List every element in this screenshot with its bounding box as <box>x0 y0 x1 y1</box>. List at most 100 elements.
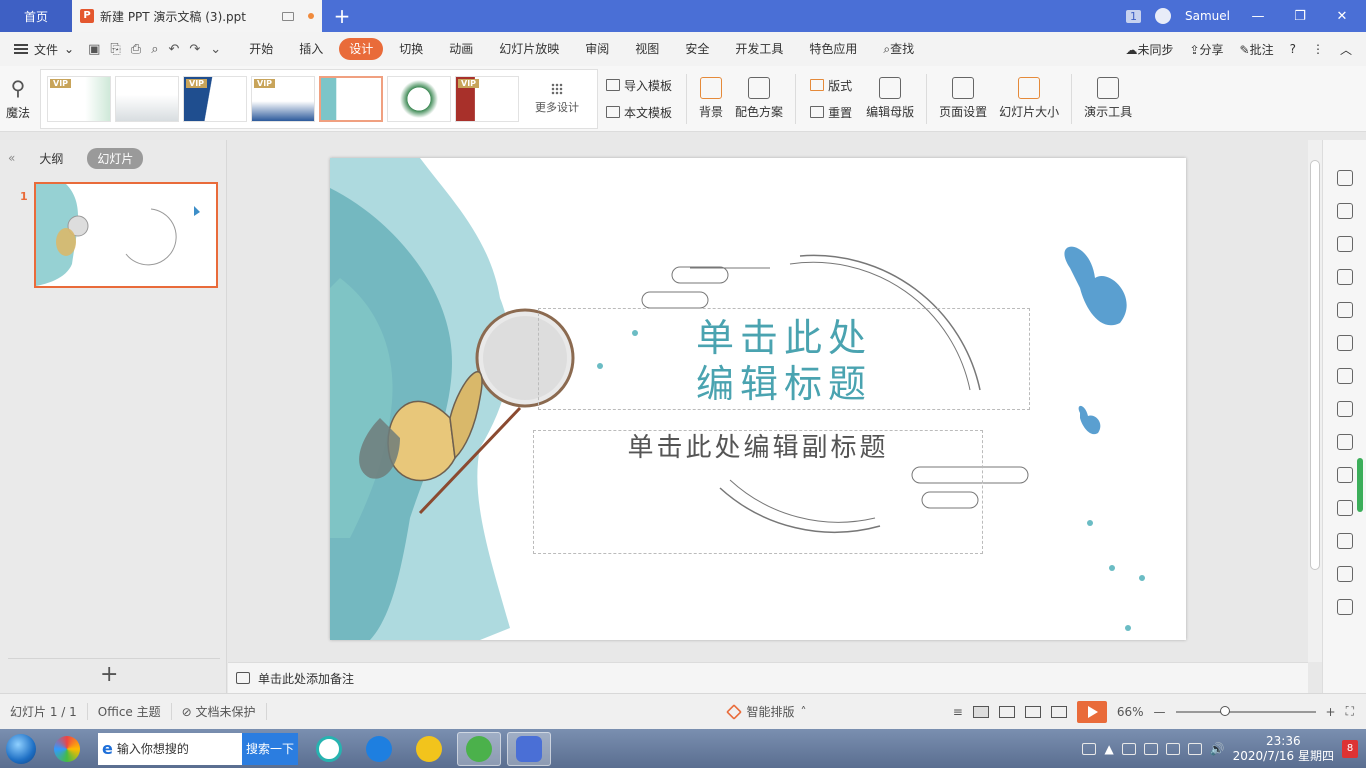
menu-design[interactable]: 设计 <box>339 38 384 60</box>
print-preview-icon[interactable]: ⌕ <box>151 42 158 57</box>
notification-badge[interactable]: 8 <box>1342 739 1358 758</box>
share-button[interactable]: ⇪分享 <box>1189 41 1223 58</box>
tab-document[interactable]: P 新建 PPT 演示文稿 (3).ppt <box>72 0 322 32</box>
audio-icon[interactable] <box>1336 533 1353 549</box>
menu-search[interactable]: ⌕查找 <box>873 38 924 60</box>
favorite-icon[interactable] <box>1336 170 1353 186</box>
normal-view-icon[interactable] <box>972 705 989 718</box>
fit-window-icon[interactable]: ⛶ <box>1346 704 1354 719</box>
comment-button[interactable]: ✎批注 <box>1240 41 1274 58</box>
presentation-tools-button[interactable]: 演示工具 <box>1078 77 1138 120</box>
signal-icon[interactable] <box>1165 742 1180 755</box>
file-menu[interactable]: 文件 ⌄ <box>14 41 74 58</box>
tab-outline[interactable]: 大纲 <box>29 148 73 169</box>
sorter-view-icon[interactable] <box>998 705 1015 718</box>
reading-view-icon[interactable] <box>1024 705 1041 718</box>
subtitle-placeholder[interactable]: 单击此处编辑副标题 <box>533 430 983 554</box>
taskbar-search[interactable]: e 输入你想搜的 搜索一下 <box>98 732 298 765</box>
menu-view[interactable]: 视图 <box>625 38 669 60</box>
start-button[interactable] <box>0 730 42 768</box>
avatar[interactable] <box>1155 8 1172 24</box>
help-icon[interactable]: ? <box>1290 42 1296 56</box>
zoom-out-button[interactable]: — <box>1154 705 1166 719</box>
minimize-button[interactable]: — <box>1244 9 1272 24</box>
background-button[interactable]: 背景 <box>693 77 729 120</box>
template-thumb[interactable] <box>387 75 452 122</box>
taskbar-app-360[interactable] <box>45 732 89 766</box>
menu-insert[interactable]: 插入 <box>289 38 333 60</box>
edit-master-button[interactable]: 编辑母版 <box>860 77 920 120</box>
zoom-level[interactable]: 66% <box>1117 705 1144 719</box>
play-slideshow-button[interactable] <box>1076 700 1107 723</box>
template-thumb[interactable] <box>115 75 180 122</box>
taskbar-app-plus[interactable] <box>407 732 451 766</box>
title-placeholder[interactable]: 单击此处 编辑标题 <box>538 308 1030 410</box>
menu-special[interactable]: 特色应用 <box>799 38 867 60</box>
template-thumb[interactable]: VIP <box>251 75 316 122</box>
user-name[interactable]: Samuel <box>1185 9 1230 23</box>
history-icon[interactable] <box>1336 599 1353 615</box>
shield-icon[interactable] <box>1336 566 1353 582</box>
slide[interactable]: 单击此处 编辑标题 单击此处编辑副标题 <box>330 158 1186 640</box>
layout-button[interactable]: 版式 <box>810 77 852 94</box>
network-app-icon[interactable] <box>1121 742 1136 755</box>
taskbar-app-wps[interactable] <box>507 731 551 766</box>
sync-status[interactable]: ☁未同步 <box>1125 41 1173 58</box>
restore-button[interactable]: ❐ <box>1286 9 1314 24</box>
template-thumb-selected[interactable] <box>319 75 384 122</box>
window-count-badge[interactable]: 1 <box>1126 9 1142 23</box>
collapse-ribbon-icon[interactable]: ︿ <box>1340 41 1352 58</box>
battery-icon[interactable] <box>1187 742 1202 755</box>
smart-layout-button[interactable]: 智能排版 ˄ <box>725 703 807 720</box>
magic-button[interactable]: ⚲ 魔法 <box>0 76 36 121</box>
menu-review[interactable]: 审阅 <box>575 38 619 60</box>
menu-animation[interactable]: 动画 <box>439 38 483 60</box>
chart-icon[interactable] <box>1336 335 1353 351</box>
notes-bar[interactable]: 单击此处添加备注 <box>228 662 1308 693</box>
menu-slideshow[interactable]: 幻灯片放映 <box>489 38 569 60</box>
layout-grid-icon[interactable] <box>1336 302 1353 318</box>
menu-devtools[interactable]: 开发工具 <box>725 38 793 60</box>
page-setup-button[interactable]: 页面设置 <box>933 77 993 120</box>
taskbar-app-k[interactable] <box>357 732 401 766</box>
image-icon[interactable] <box>1336 500 1353 516</box>
zoom-in-button[interactable]: + <box>1326 705 1336 719</box>
keyboard-icon[interactable] <box>1082 742 1097 755</box>
presenter-view-icon[interactable] <box>1050 705 1067 718</box>
align-icon[interactable]: ≡ <box>953 705 963 719</box>
scrollbar-thumb[interactable] <box>1310 160 1320 570</box>
menu-transition[interactable]: 切换 <box>389 38 433 60</box>
tab-home[interactable]: 首页 <box>0 0 72 32</box>
volume-icon[interactable]: 🔊 <box>1210 742 1225 756</box>
settings-sliders-icon[interactable] <box>1336 368 1353 384</box>
template-thumb[interactable]: VIP <box>47 75 112 122</box>
collapse-panel-icon[interactable]: « <box>8 151 15 165</box>
share-side-icon[interactable] <box>1336 434 1353 450</box>
undo-icon[interactable]: ↶ <box>168 42 179 57</box>
taskbar-app-v[interactable] <box>307 732 351 766</box>
import-template-button[interactable]: 导入模板 <box>606 77 672 94</box>
protection-status[interactable]: ⊘ 文档未保护 <box>172 703 267 720</box>
taskbar-search-button[interactable]: 搜索一下 <box>242 732 298 765</box>
redo-icon[interactable]: ↷ <box>189 42 200 57</box>
taskbar-search-input[interactable]: e 输入你想搜的 <box>98 732 242 765</box>
tab-slides[interactable]: 幻灯片 <box>87 147 144 169</box>
this-template-button[interactable]: 本文模板 <box>606 104 672 121</box>
tray-expand-icon[interactable]: ▲ <box>1104 742 1113 756</box>
clock[interactable]: 23:36 2020/7/16 星期四 <box>1233 734 1334 764</box>
picture-icon[interactable] <box>1336 401 1353 417</box>
monitor-icon[interactable] <box>282 11 294 21</box>
slide-thumbnail[interactable] <box>34 182 218 288</box>
template-thumb[interactable]: VIP <box>455 75 520 122</box>
export-icon[interactable]: ⎘ <box>110 42 120 57</box>
add-slide-button[interactable]: + <box>100 662 118 687</box>
shapes-icon[interactable] <box>1336 236 1353 252</box>
zoom-slider-knob[interactable] <box>1219 705 1230 716</box>
zoom-slider[interactable] <box>1175 705 1316 716</box>
template-thumb[interactable]: VIP <box>183 75 248 122</box>
slide-size-button[interactable]: 幻灯片大小 <box>993 77 1065 120</box>
copy-icon[interactable] <box>1336 203 1353 219</box>
close-button[interactable]: ✕ <box>1328 9 1356 24</box>
print-icon[interactable]: ⎙ <box>131 42 141 57</box>
qq-icon[interactable] <box>1143 742 1158 755</box>
